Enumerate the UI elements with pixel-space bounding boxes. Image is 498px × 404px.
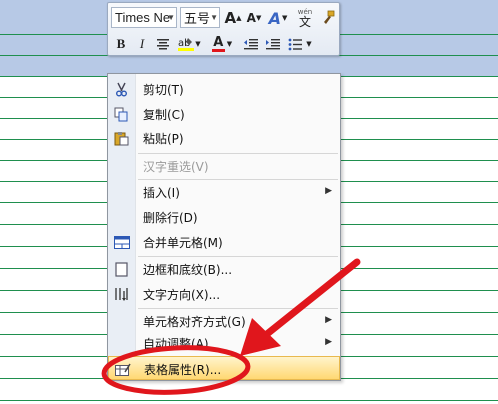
chevron-down-icon: ▼ <box>226 40 233 48</box>
increase-indent-button[interactable] <box>263 34 283 54</box>
menu-item-label: 复制(C) <box>143 108 185 122</box>
context-menu: 剪切(T) 复制(C) 粘贴(P) 汉字重选(V) 插入(I) ▶ 删除行(D)… <box>107 73 341 381</box>
text-direction-icon <box>113 286 130 303</box>
chevron-down-icon: ▼ <box>195 40 201 48</box>
chevron-down-icon[interactable]: ▼ <box>210 8 218 27</box>
menu-item-copy[interactable]: 复制(C) <box>108 102 340 127</box>
bullets-icon <box>288 38 303 50</box>
merge-cells-icon <box>113 234 130 251</box>
font-color-button[interactable]: A ▼ <box>208 34 236 54</box>
grow-font-icon: A <box>224 9 237 27</box>
font-size-combo[interactable]: 五号 ▼ <box>180 7 220 28</box>
menu-item-text-direction[interactable]: 文字方向(X)... <box>108 282 340 307</box>
borders-icon <box>113 261 130 278</box>
menu-item-label: 删除行(D) <box>143 211 198 225</box>
mini-toolbar: Times Ne ▼ 五号 ▼ A▲ A▼ A ▼ wén 文 B I ab <box>107 2 340 56</box>
center-align-icon <box>157 39 169 50</box>
menu-item-label: 单元格对齐方式(G) <box>143 315 246 329</box>
menu-item-label: 粘贴(P) <box>143 132 184 146</box>
menu-item-label: 表格属性(R)... <box>144 363 222 377</box>
menu-item-reconvert: 汉字重选(V) <box>108 154 340 179</box>
menu-item-merge-cells[interactable]: 合并单元格(M) <box>108 230 340 255</box>
submenu-arrow-icon: ▶ <box>325 315 332 325</box>
phonetic-guide-icon: 文 <box>298 14 311 29</box>
menu-item-cut[interactable]: 剪切(T) <box>108 77 340 102</box>
menu-item-insert[interactable]: 插入(I) ▶ <box>108 180 340 205</box>
bullets-button[interactable]: ▼ <box>285 34 315 54</box>
chevron-down-icon: ▼ <box>282 14 288 22</box>
shrink-font-icon: A <box>246 11 256 25</box>
shrink-font-button[interactable]: A ▼ <box>244 7 264 29</box>
increase-indent-icon <box>266 38 280 49</box>
menu-item-label: 剪切(T) <box>143 83 184 97</box>
font-color-icon: A <box>211 35 225 52</box>
phonetic-guide-button[interactable]: wén 文 <box>294 7 316 29</box>
decrease-indent-button[interactable] <box>241 34 261 54</box>
copy-icon <box>113 106 130 123</box>
highlighter-icon: ab <box>178 38 195 51</box>
highlight-button[interactable]: ab ▼ <box>175 34 203 54</box>
center-align-button[interactable] <box>153 34 173 54</box>
italic-button[interactable]: I <box>132 34 152 54</box>
font-name-value: Times Ne <box>115 10 171 25</box>
format-painter-icon <box>324 10 335 24</box>
font-size-value: 五号 <box>184 11 211 26</box>
menu-item-autofit[interactable]: 自动调整(A) ▶ <box>108 331 340 356</box>
menu-item-label: 自动调整(A) <box>143 337 209 351</box>
menu-item-label: 插入(I) <box>143 186 180 200</box>
chevron-down-icon: ▼ <box>306 40 312 48</box>
menu-item-delete-row[interactable]: 删除行(D) <box>108 205 340 230</box>
submenu-arrow-icon: ▶ <box>325 186 332 196</box>
scissors-icon <box>113 81 130 98</box>
menu-item-label: 边框和底纹(B)... <box>143 263 233 277</box>
format-painter-button[interactable] <box>318 7 338 29</box>
bold-button[interactable]: B <box>111 34 131 54</box>
menu-item-label: 汉字重选(V) <box>143 160 209 174</box>
menu-item-paste[interactable]: 粘贴(P) <box>108 126 340 151</box>
paste-icon <box>113 130 130 147</box>
font-name-combo[interactable]: Times Ne ▼ <box>111 7 177 28</box>
grow-font-button[interactable]: A ▲ <box>223 7 243 29</box>
styles-icon: A <box>268 8 281 28</box>
menu-item-label: 文字方向(X)... <box>143 288 221 302</box>
chevron-down-icon[interactable]: ▼ <box>167 8 175 27</box>
menu-item-borders-shading[interactable]: 边框和底纹(B)... <box>108 257 340 282</box>
styles-button[interactable]: A ▼ <box>265 7 291 29</box>
table-properties-icon <box>114 361 131 378</box>
menu-item-table-properties[interactable]: 表格属性(R)... <box>108 356 340 380</box>
decrease-indent-icon <box>244 38 258 49</box>
menu-item-label: 合并单元格(M) <box>143 236 223 250</box>
table-row[interactable] <box>0 379 498 401</box>
submenu-arrow-icon: ▶ <box>325 337 332 347</box>
font-color-glyph: A <box>213 35 224 50</box>
